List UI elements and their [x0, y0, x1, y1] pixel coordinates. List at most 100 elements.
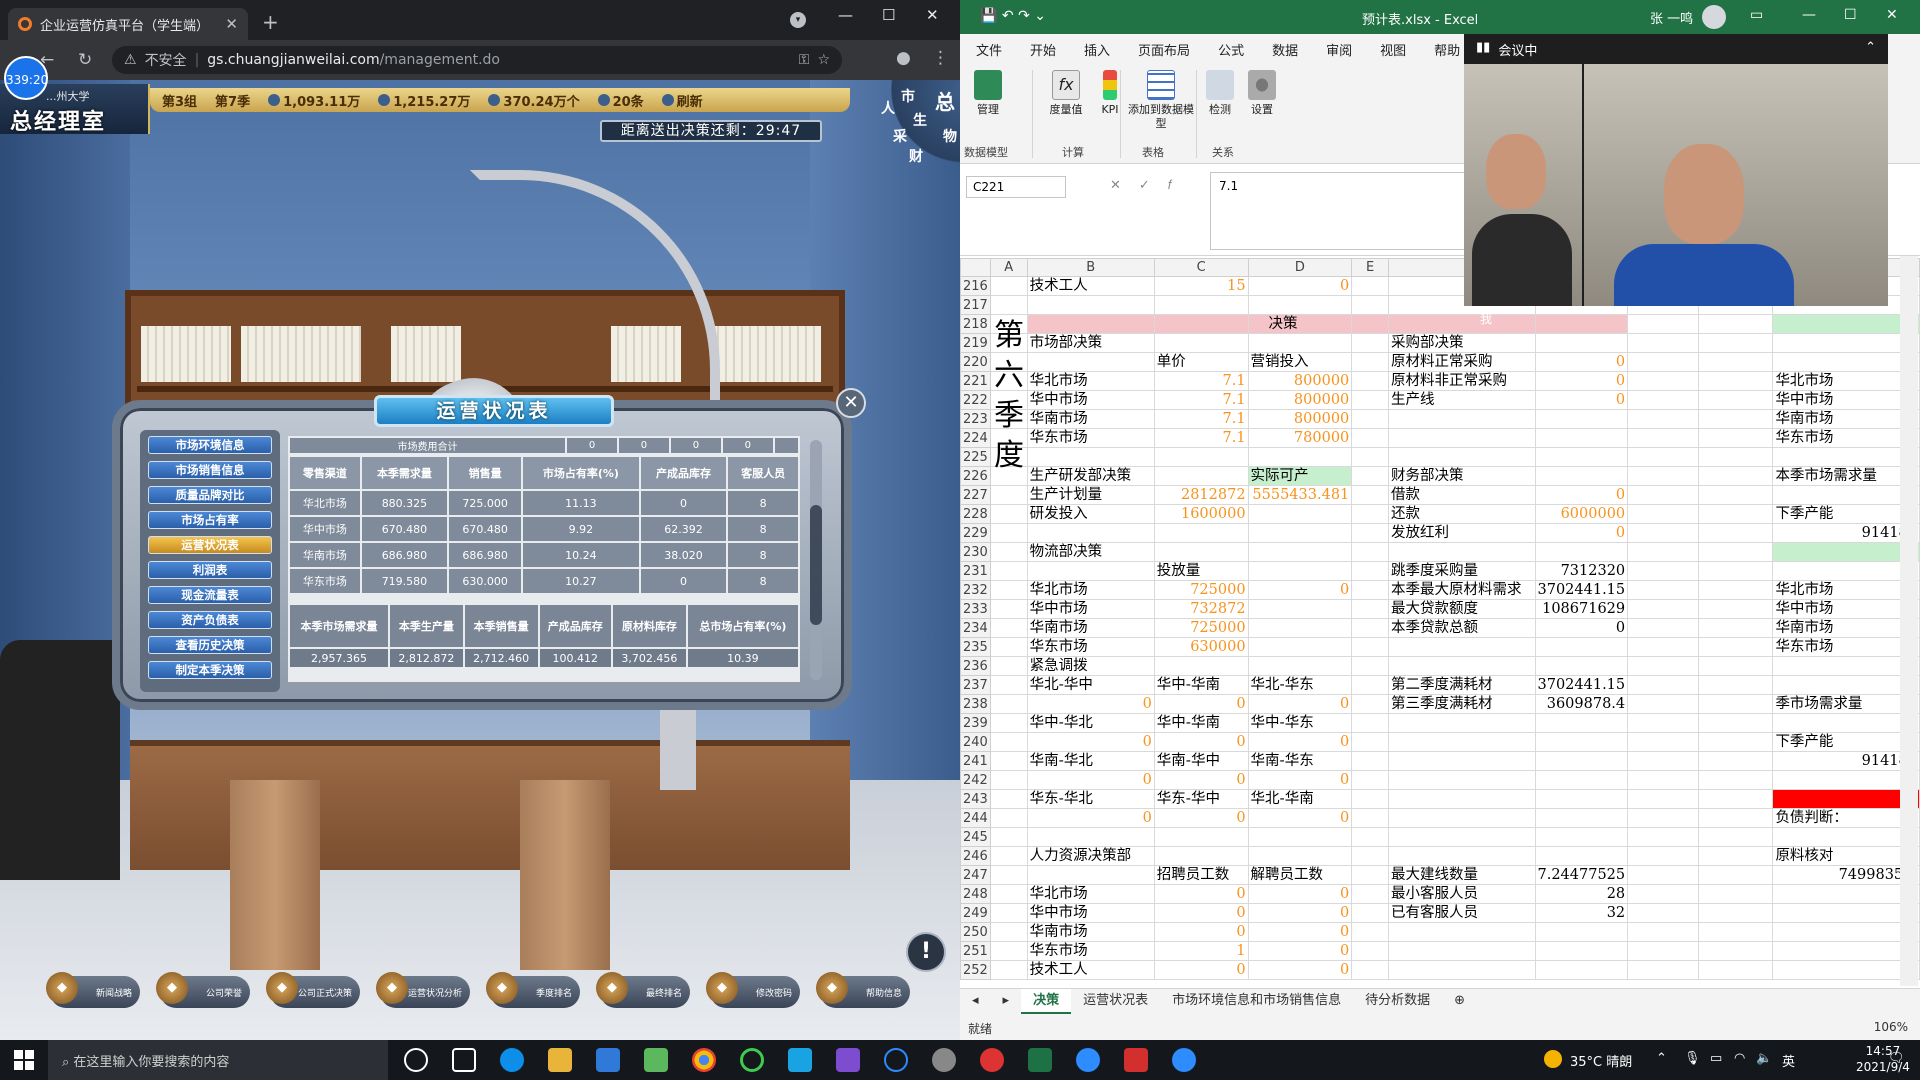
dial-market[interactable]: 市 [901, 86, 915, 106]
spreadsheet-grid[interactable]: A B C D E 216 技术工人 15 0 217 218 决策 219 市场部决策 采购部决策 220 单… [960, 258, 1920, 988]
restore-icon[interactable]: ☐ [1844, 7, 1857, 23]
cell-f[interactable] [1388, 941, 1536, 961]
cell-h[interactable] [1627, 922, 1700, 942]
dial-logistics[interactable]: 物 [943, 126, 957, 146]
cell-f[interactable]: 第二季度满耗材 [1388, 675, 1536, 695]
dial-purchase[interactable]: 采 [893, 126, 907, 146]
cell-b[interactable]: 市场部决策 [1026, 333, 1155, 353]
cell-f[interactable] [1388, 846, 1536, 866]
cell-c[interactable] [1153, 542, 1249, 562]
cell-g[interactable] [1534, 922, 1629, 942]
row-header[interactable]: 220 [960, 352, 991, 372]
cell-g[interactable] [1534, 409, 1629, 429]
row-header[interactable]: 230 [960, 542, 991, 562]
detect-button[interactable]: 检测 [1200, 70, 1240, 117]
cell-r[interactable]: 华北市场 [1772, 580, 1920, 600]
cell-b[interactable]: 华南市场 [1026, 922, 1155, 942]
panel-close-icon[interactable]: ✕ [836, 388, 866, 418]
cell-d[interactable] [1247, 447, 1353, 467]
measure-button[interactable]: fx 度量值 [1046, 70, 1086, 117]
cell-a[interactable] [989, 656, 1028, 676]
column-header[interactable]: B [1026, 258, 1155, 277]
cell-d[interactable]: 0 [1247, 770, 1353, 790]
cell-b[interactable] [1026, 827, 1155, 847]
cell-r[interactable] [1772, 884, 1920, 904]
cell-r[interactable]: 华南市场 [1772, 409, 1920, 429]
cell-f[interactable] [1388, 808, 1536, 828]
cell-e[interactable] [1351, 922, 1390, 942]
cell-c[interactable]: 华南-华中 [1153, 751, 1249, 771]
cell-r[interactable] [1772, 542, 1920, 562]
cell-r[interactable] [1772, 789, 1920, 809]
sheet-tab[interactable]: 待分析数据 [1353, 989, 1442, 1015]
app-icon[interactable] [740, 1048, 764, 1072]
profile-icon[interactable]: ● [896, 48, 911, 68]
cell-a[interactable] [989, 789, 1028, 809]
cell-h[interactable] [1627, 865, 1700, 885]
cell-e[interactable] [1351, 542, 1390, 562]
app-icon[interactable] [932, 1048, 956, 1072]
cell-c[interactable]: 华东-华中 [1153, 789, 1249, 809]
cell-a[interactable] [989, 675, 1028, 695]
cell-d[interactable]: 780000 [1247, 428, 1353, 448]
cell-h[interactable] [1627, 770, 1700, 790]
cell-h[interactable] [1627, 694, 1700, 714]
cell-a[interactable] [989, 276, 1028, 296]
cell-d[interactable] [1247, 523, 1353, 543]
wifi-icon[interactable]: ◠ [1734, 1051, 1745, 1066]
cell-d[interactable]: 华北-华南 [1247, 789, 1353, 809]
cell-r[interactable] [1772, 922, 1920, 942]
cell-i[interactable] [1698, 580, 1774, 600]
row-header[interactable]: 245 [960, 827, 991, 847]
cell-h[interactable] [1627, 713, 1700, 733]
row-header[interactable]: 221 [960, 371, 991, 391]
cell-r[interactable] [1772, 447, 1920, 467]
cell-d[interactable] [1247, 827, 1353, 847]
cell-c[interactable]: 0 [1153, 903, 1249, 923]
cell-e[interactable] [1351, 713, 1390, 733]
cell-b[interactable]: 生产研发部决策 [1026, 466, 1155, 486]
cell-g[interactable] [1534, 314, 1629, 334]
cell-h[interactable] [1627, 409, 1700, 429]
cell-a[interactable] [989, 846, 1028, 866]
cell-f[interactable]: 原材料非正常采购 [1388, 371, 1536, 391]
cell-d[interactable] [1247, 504, 1353, 524]
cell-f[interactable]: 生产线 [1388, 390, 1536, 410]
cell-a[interactable] [989, 751, 1028, 771]
cell-i[interactable] [1698, 428, 1774, 448]
cell-c[interactable]: 630000 [1153, 637, 1249, 657]
cell-b[interactable]: 0 [1026, 808, 1155, 828]
cell-g[interactable] [1534, 827, 1629, 847]
cell-i[interactable] [1698, 561, 1774, 581]
cell-d[interactable] [1247, 295, 1353, 315]
cell-a[interactable] [989, 561, 1028, 581]
cell-r[interactable] [1772, 960, 1920, 980]
browser-tab[interactable]: 企业运营仿真平台（学生端） ✕ [8, 8, 248, 40]
cell-a[interactable] [989, 618, 1028, 638]
collapse-icon[interactable]: ⌃ [1865, 40, 1876, 58]
cell-r[interactable] [1772, 675, 1920, 695]
cell-i[interactable] [1698, 789, 1774, 809]
cell-i[interactable] [1698, 941, 1774, 961]
cell-r[interactable]: 7499835.2 [1772, 865, 1920, 885]
cell-g[interactable] [1534, 447, 1629, 467]
cell-c[interactable] [1153, 333, 1249, 353]
cell-f[interactable]: 发放红利 [1388, 523, 1536, 543]
cell-b[interactable]: 生产计划量 [1026, 485, 1155, 505]
cell-b[interactable] [1026, 561, 1155, 581]
cell-e[interactable] [1351, 846, 1390, 866]
cell-c[interactable]: 7.1 [1153, 390, 1249, 410]
toolbar-button[interactable]: ◆ 公司荣誉 [156, 972, 250, 1008]
cell-g[interactable] [1534, 751, 1629, 771]
cell-a[interactable] [989, 485, 1028, 505]
cell-i[interactable] [1698, 352, 1774, 372]
cell-a[interactable] [989, 637, 1028, 657]
cell-i[interactable] [1698, 922, 1774, 942]
row-header[interactable]: 229 [960, 523, 991, 543]
cell-d[interactable]: 0 [1247, 941, 1353, 961]
cell-d[interactable]: 800000 [1247, 371, 1353, 391]
message-count[interactable]: 20条 [613, 91, 644, 110]
minimize-icon[interactable]: — [838, 6, 853, 24]
cell-g[interactable]: 7.24477525 [1534, 865, 1629, 885]
cell-h[interactable] [1627, 960, 1700, 980]
